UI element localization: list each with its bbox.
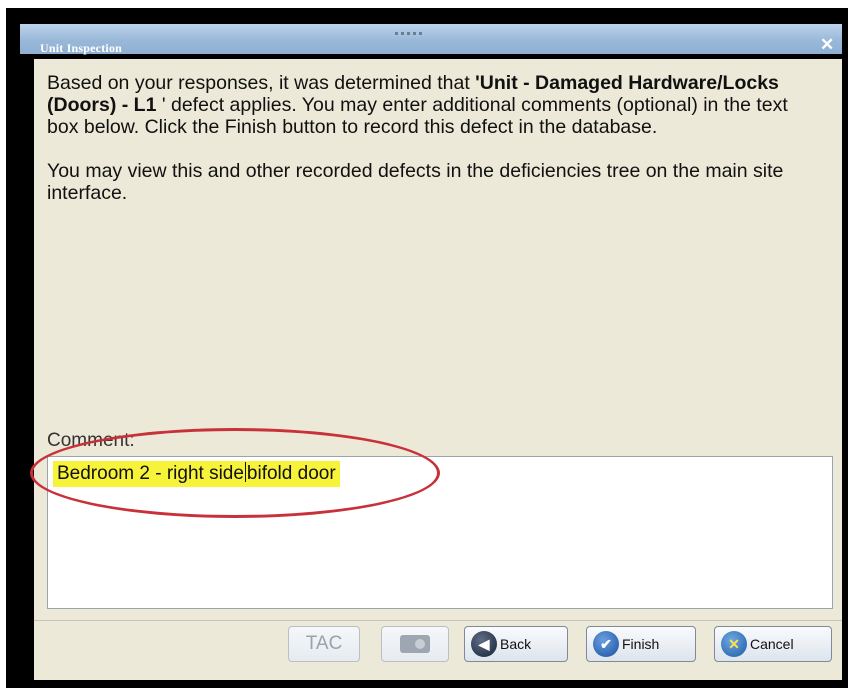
text-caret xyxy=(244,462,246,482)
dialog-titlebar[interactable] xyxy=(20,24,842,54)
back-button-label: Back xyxy=(500,636,532,652)
camera-button[interactable] xyxy=(381,626,449,662)
resize-grip-icon[interactable] xyxy=(395,22,435,35)
close-icon[interactable]: ✕ xyxy=(820,36,834,53)
message-paragraph-2: You may view this and other recorded def… xyxy=(47,160,784,204)
message-paragraph-1: Based on your responses, it was determin… xyxy=(47,72,788,138)
back-arrow-icon: ◀ xyxy=(471,631,497,657)
cancel-button-label: Cancel xyxy=(750,636,794,652)
camera-icon xyxy=(400,635,430,653)
defect-message: Based on your responses, it was determin… xyxy=(47,72,817,204)
comment-text-highlighted[interactable]: Bedroom 2 - right side bifold door xyxy=(53,461,340,487)
tac-button[interactable]: TAC xyxy=(288,626,360,662)
tac-button-label: TAC xyxy=(305,633,343,654)
finish-button[interactable]: ✔ Finish xyxy=(586,626,696,662)
cancel-x-icon: ✕ xyxy=(721,631,747,657)
finish-button-label: Finish xyxy=(622,636,660,652)
dialog-title: Unit Inspection xyxy=(40,41,123,55)
back-button[interactable]: ◀ Back xyxy=(464,626,568,662)
cancel-button[interactable]: ✕ Cancel xyxy=(714,626,832,662)
comment-label: Comment: xyxy=(47,430,135,451)
checkmark-icon: ✔ xyxy=(593,631,619,657)
